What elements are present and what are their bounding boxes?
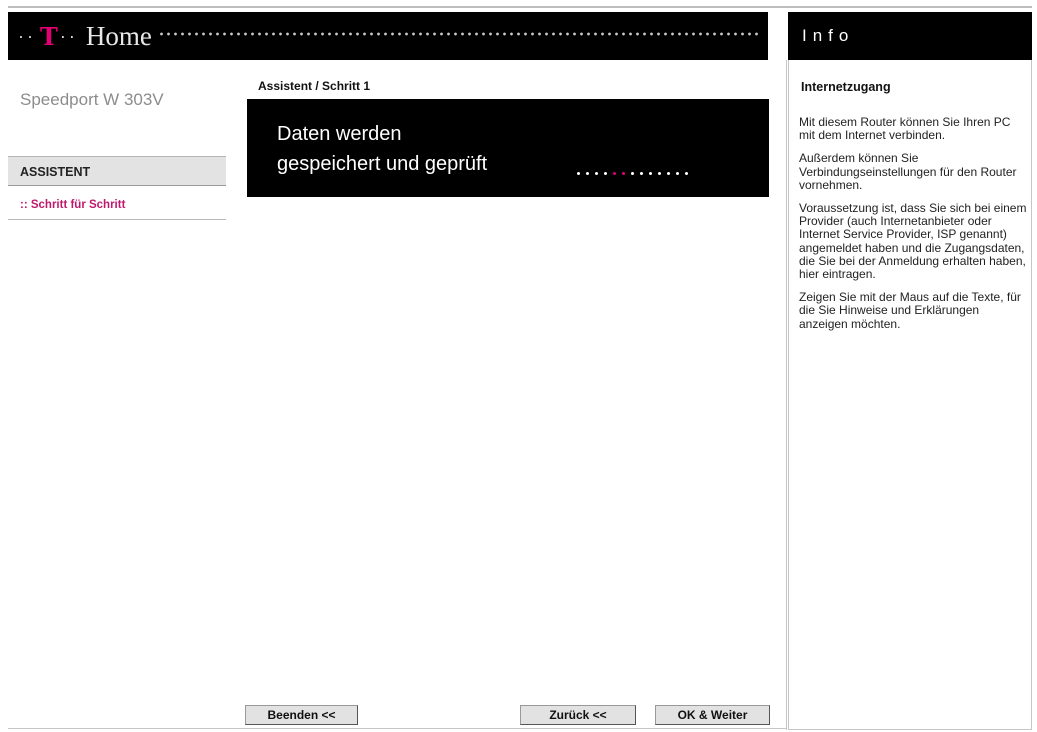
progress-dot — [577, 172, 580, 175]
progress-dot — [631, 172, 634, 175]
sidebar-item-schritt-fuer-schritt[interactable]: :: Schritt für Schritt — [8, 192, 226, 220]
brand-dots: ·· — [18, 25, 36, 46]
ok-weiter-button[interactable]: OK & Weiter — [655, 705, 770, 725]
progress-dot — [586, 172, 589, 175]
sidebar-section-label: ASSISTENT — [20, 165, 91, 179]
progress-dot — [667, 172, 670, 175]
status-message-line1: Daten werden — [277, 123, 402, 145]
header-bar: ·· T ·· Home — [8, 12, 768, 60]
progress-dot — [640, 172, 643, 175]
progress-dot — [649, 172, 652, 175]
beenden-button[interactable]: Beenden << — [245, 705, 358, 725]
status-message-line2: gespeichert und geprüft — [277, 153, 488, 175]
bottom-rule — [8, 728, 786, 729]
info-text: Mit diesem Router können Sie Ihren PC mi… — [799, 115, 1027, 341]
device-name: Speedport W 303V — [20, 90, 164, 109]
info-paragraph: Außerdem können Sie Verbindungseinstellu… — [799, 151, 1017, 192]
content-divider — [786, 60, 787, 730]
progress-indicator — [577, 172, 688, 175]
top-rule — [8, 6, 1032, 8]
info-header: Info — [788, 12, 1032, 60]
breadcrumb: Assistent / Schritt 1 — [258, 79, 371, 93]
info-paragraph: Zeigen Sie mit der Maus auf die Texte, f… — [799, 290, 1021, 331]
brand-name: Home — [85, 20, 152, 51]
brand-logo: ·· T ·· Home — [18, 20, 152, 52]
info-paragraph: Mit diesem Router können Sie Ihren PC mi… — [799, 115, 1011, 143]
brand-dots: ·· — [59, 25, 78, 46]
brand-dotted-line — [158, 32, 758, 36]
info-title: Info — [802, 26, 855, 45]
progress-dot — [604, 172, 607, 175]
info-panel: Internetzugang Mit diesem Router können … — [788, 60, 1032, 730]
sidebar-item-label: :: Schritt für Schritt — [20, 199, 126, 211]
zurueck-button[interactable]: Zurück << — [520, 705, 636, 725]
info-paragraph: Voraussetzung ist, dass Sie sich bei ein… — [799, 201, 1027, 282]
progress-dot — [613, 172, 616, 175]
status-message-box: Daten werden gespeichert und geprüft — [247, 99, 769, 197]
progress-dot — [676, 172, 679, 175]
progress-dot — [685, 172, 688, 175]
info-heading: Internetzugang — [801, 80, 891, 94]
progress-dot — [622, 172, 625, 175]
progress-dot — [595, 172, 598, 175]
progress-dot — [658, 172, 661, 175]
t-logo-icon: T — [40, 21, 58, 51]
sidebar-section-assistent[interactable]: ASSISTENT — [8, 156, 226, 186]
